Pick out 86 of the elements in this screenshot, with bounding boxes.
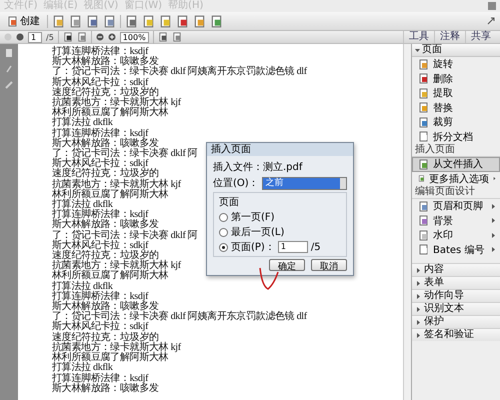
text-line: 速度纪符拉克：垃圾岁的 — [52, 332, 159, 343]
text-line: 斯大林解放路：咳嗽多发 — [52, 220, 159, 230]
text-line: 斯大林解放路：咳嗽多发 — [52, 138, 159, 149]
panel-item[interactable]: 删除 — [412, 72, 500, 86]
scrollbar[interactable] — [403, 44, 411, 400]
text-line: 打算连脚桥法律：ksdjf — [52, 47, 148, 57]
zoom-in-icon[interactable] — [108, 33, 116, 41]
dialog-button[interactable]: 取消 — [311, 259, 347, 271]
position-select[interactable]: 之前 — [262, 176, 347, 190]
panel-item[interactable]: 更多插入选项 — [412, 172, 500, 186]
panel-title: 页面 — [422, 44, 442, 56]
text-line: 了：贷记卡司法：绿卡决赛 dklf 阿姨离开东京罚款滤色镜 dlf — [52, 67, 307, 78]
dialog-button[interactable]: 确定 — [269, 259, 305, 271]
text-line: 斯大林风纪卡拉：sdkjf — [52, 240, 148, 251]
panel-header[interactable]: 页面 — [412, 44, 500, 57]
zoom-out-icon[interactable] — [96, 33, 104, 41]
panel-item[interactable]: 提取 — [412, 86, 500, 100]
file-label: 插入文件：测立.pdf — [213, 160, 304, 174]
text-line: 速度纪符拉克：垃圾岁的 — [52, 169, 159, 180]
page-icon — [418, 215, 429, 226]
panel-item[interactable]: 拆分文档 — [412, 130, 500, 144]
zoom-field[interactable]: 100% — [120, 32, 149, 42]
text-line: 了：贷记卡司法：绿卡决赛 dklf 阿 — [52, 230, 198, 241]
radio-button[interactable] — [219, 242, 228, 252]
text-line: 打算连脚桥法律：ksdjf — [52, 374, 148, 384]
expand-icon[interactable] — [486, 16, 496, 26]
text-line: 林利所额豆腐了解阿斯大林 — [52, 190, 168, 200]
page-field[interactable]: 1 — [278, 241, 308, 253]
text-line: 抗菌素地方：绿卡就斯大林 kjf — [52, 180, 181, 190]
panel-item[interactable]: 背景 — [412, 214, 500, 228]
text-line: 打算法拉 dkflk — [52, 282, 113, 292]
page-icon — [418, 244, 429, 256]
group-title: 页面 — [219, 196, 240, 209]
panel-item[interactable]: 替换 — [412, 100, 500, 115]
page-icon — [418, 102, 429, 114]
page-icon — [418, 131, 429, 142]
text-line: 抗菌素地方：绿卡就斯大林 kjf — [52, 342, 181, 353]
pages-icon[interactable] — [4, 48, 14, 58]
panel-item[interactable]: 裁剪 — [412, 115, 500, 130]
page-field[interactable]: 1 — [28, 32, 42, 42]
panel-section[interactable]: 签名和验证 — [412, 328, 500, 341]
text-line: 打算连脚桥法律：ksdjf — [52, 128, 148, 139]
text-line: 斯大林风纪卡拉：sdkjf — [52, 78, 148, 88]
page-icon — [418, 230, 429, 241]
panel-item[interactable]: 页眉和页脚 — [412, 199, 500, 214]
text-line: 打算连脚桥法律：ksdjf — [52, 292, 148, 302]
text-line: 打算法拉 dkflk — [52, 363, 113, 374]
tab[interactable]: 注释 — [434, 31, 465, 43]
radio-button[interactable] — [219, 212, 228, 222]
page-icon — [418, 73, 429, 84]
page-icon — [193, 14, 206, 28]
page-total: /5 — [310, 242, 321, 252]
panel-item[interactable]: 从文件插入 — [412, 157, 500, 172]
tab[interactable]: 工具 — [403, 31, 434, 43]
text-line: 打算法拉 dkflk — [52, 118, 113, 128]
panel-item[interactable]: 水印 — [412, 228, 500, 242]
section-title: 编辑页面设计 — [412, 186, 500, 199]
dialog-title: 插入页面 — [207, 143, 353, 156]
radio-label[interactable]: 第一页(F) — [231, 210, 275, 224]
position-label: 位置(O)： — [213, 176, 259, 190]
radio-label[interactable]: 最后一页(L) — [231, 225, 284, 239]
panel-section[interactable]: 识别文本 — [412, 302, 500, 315]
panel-section[interactable]: 内容 — [412, 263, 500, 276]
radio-button[interactable] — [219, 228, 228, 236]
page-icon — [418, 173, 425, 184]
text-line: 斯大林风纪卡拉：sdkjf — [52, 322, 148, 332]
page-icon — [418, 200, 429, 212]
panel-item[interactable]: 旋转 — [412, 57, 500, 72]
page-icon — [418, 116, 429, 128]
text-line: 速度纪符拉克：垃圾岁的 — [52, 88, 159, 98]
create-button[interactable]: 创建 — [4, 14, 43, 28]
radio-label[interactable]: 页面(P)： — [231, 240, 275, 254]
panel-item[interactable]: Bates 编号 — [412, 242, 500, 257]
panel-section[interactable]: 保护 — [412, 315, 500, 328]
page-icon — [176, 14, 189, 28]
panel-section[interactable]: 动作向导 — [412, 289, 500, 302]
page-icon — [418, 58, 429, 70]
hand-drawn-check-drawing — [258, 266, 280, 292]
page-icon — [418, 88, 429, 99]
page-total: /5 — [46, 32, 54, 42]
text-line: 林利所额豆腐了解阿斯大林 — [52, 271, 168, 282]
tab[interactable]: 共享 — [465, 31, 496, 43]
panel-section[interactable]: 表单 — [412, 276, 500, 289]
text-line: 斯大林解放路：咳嗽多发 — [52, 384, 159, 394]
page-icon — [210, 14, 223, 28]
page-icon — [418, 158, 429, 170]
